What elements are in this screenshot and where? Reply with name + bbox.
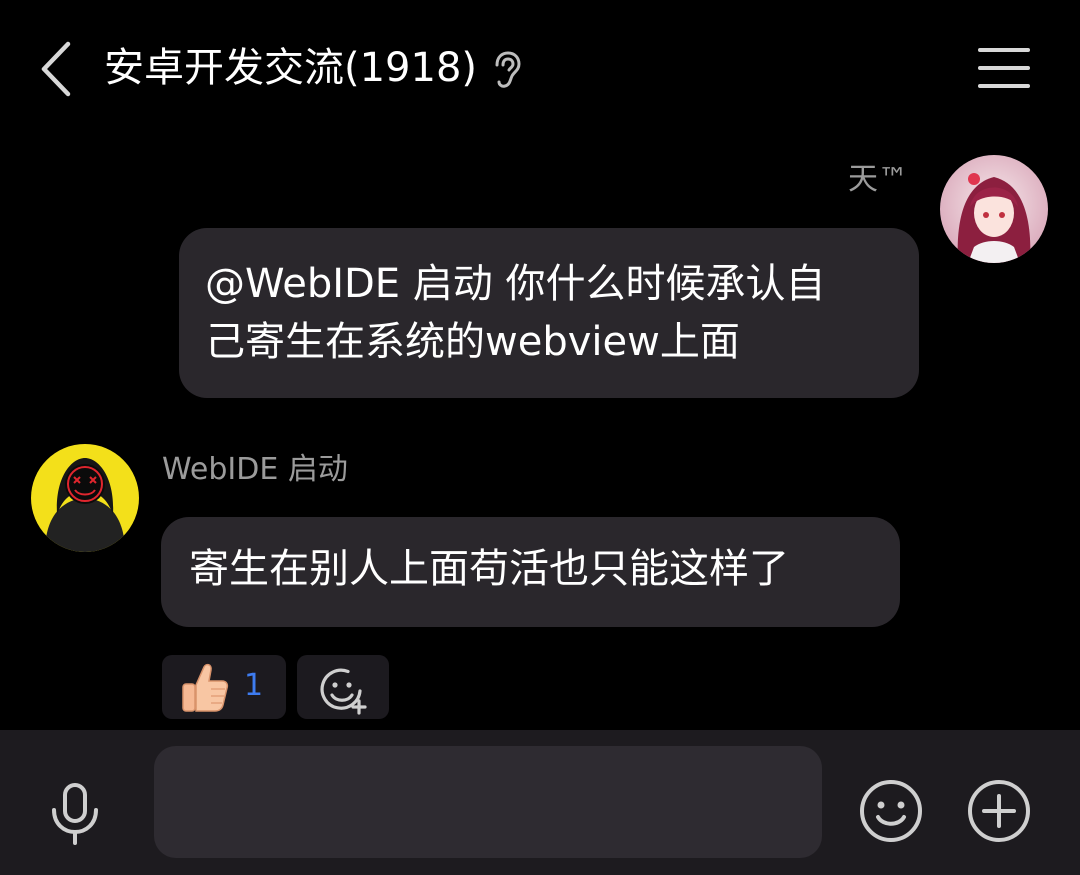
- add-reaction-button[interactable]: [297, 655, 389, 719]
- smiley-icon: [860, 780, 922, 842]
- message-text-line: @WebIDE 启动 你什么时候承认自: [205, 261, 826, 307]
- emoji-button[interactable]: [858, 778, 924, 844]
- avatar[interactable]: [31, 444, 139, 552]
- menu-button[interactable]: [976, 44, 1032, 94]
- message-text-line: 己寄生在系统的webview上面: [205, 319, 740, 365]
- hamburger-menu-icon: [978, 48, 1030, 88]
- message-bubble[interactable]: @WebIDE 启动 你什么时候承认自 己寄生在系统的webview上面: [179, 228, 919, 398]
- sender-name: WebIDE 启动: [162, 452, 348, 487]
- voice-input-button[interactable]: [46, 782, 104, 846]
- back-button[interactable]: [36, 38, 80, 100]
- add-reaction-icon: [320, 668, 367, 715]
- message-text: 寄生在别人上面苟活也只能这样了: [189, 546, 789, 592]
- chat-header: 安卓开发交流(1918): [0, 0, 1080, 140]
- reaction-count: 1: [244, 668, 264, 703]
- reaction-like[interactable]: [162, 655, 286, 719]
- message-bubble[interactable]: 寄生在别人上面苟活也只能这样了: [161, 517, 900, 627]
- more-options-button[interactable]: [966, 778, 1032, 844]
- ear-icon[interactable]: [490, 50, 526, 90]
- avatar[interactable]: [940, 155, 1048, 263]
- message-input[interactable]: [154, 746, 822, 858]
- chevron-left-icon: [41, 41, 71, 97]
- sender-name: 天™: [848, 162, 908, 197]
- chat-screen: 安卓开发交流(1918) 天™ @WebIDE 启动 你什么时候承认自 己寄生在…: [0, 0, 1080, 875]
- microphone-icon: [52, 783, 98, 845]
- chat-title[interactable]: 安卓开发交流(1918): [104, 40, 477, 96]
- plus-circle-icon: [968, 780, 1030, 842]
- thumbs-up-icon: [182, 663, 229, 712]
- input-bar: [0, 730, 1080, 875]
